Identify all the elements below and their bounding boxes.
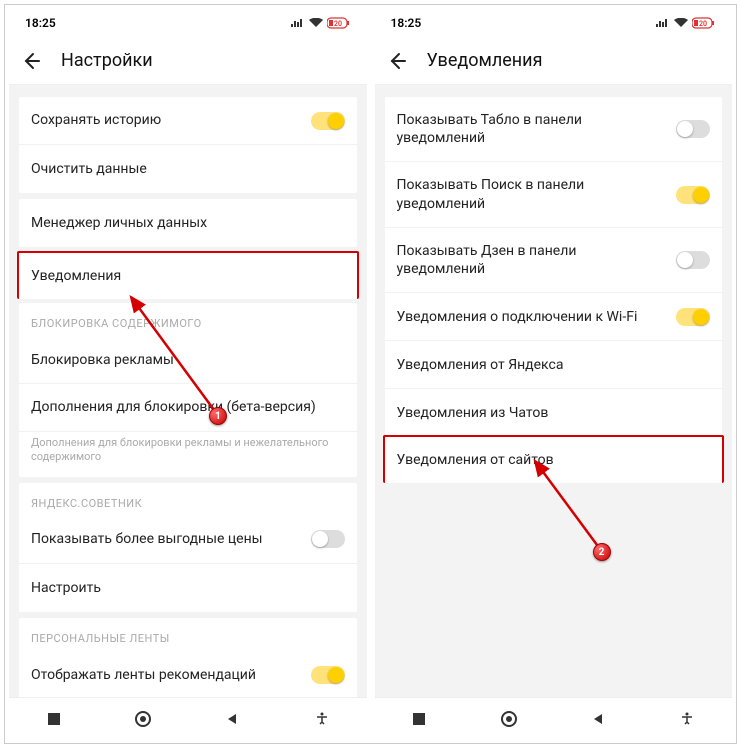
page-title: Уведомления — [427, 50, 543, 71]
annotation-marker-1: 1 — [209, 407, 227, 425]
section-header-advisor: ЯНДЕКС.СОВЕТНИК — [19, 483, 357, 516]
row-show-feeds[interactable]: Отображать ленты рекомендаций — [19, 651, 357, 697]
row-personal-data-manager[interactable]: Менеджер личных данных — [19, 199, 357, 247]
row-save-history[interactable]: Сохранять историю — [19, 97, 357, 145]
toggle-search-panel[interactable] — [676, 186, 710, 204]
android-navbar — [375, 697, 733, 739]
row-zen[interactable]: Показывать Дзен в панели уведомлений — [385, 228, 723, 293]
toggle-zen[interactable] — [676, 251, 710, 269]
back-icon[interactable] — [21, 51, 41, 71]
status-time: 18:25 — [391, 16, 422, 30]
back-nav-icon[interactable] — [588, 709, 608, 729]
accessibility-icon[interactable] — [312, 709, 332, 729]
status-icons: 20 — [656, 17, 716, 29]
app-bar: Уведомления — [375, 37, 733, 85]
row-tablo[interactable]: Показывать Табло в панели уведомлений — [385, 97, 723, 162]
toggle-better-prices[interactable] — [311, 530, 345, 548]
accessibility-icon[interactable] — [677, 709, 697, 729]
notifications-content: Показывать Табло в панели уведомлений По… — [375, 85, 733, 697]
row-from-yandex[interactable]: Уведомления от Яндекса — [385, 341, 723, 389]
toggle-show-feeds[interactable] — [311, 666, 345, 684]
settings-screen: 18:25 20 Настройки Сохранять историю Очи… — [9, 9, 367, 739]
app-bar: Настройки — [9, 37, 367, 85]
page-title: Настройки — [61, 50, 153, 71]
row-from-chats[interactable]: Уведомления из Чатов — [385, 389, 723, 437]
toggle-save-history[interactable] — [311, 112, 345, 130]
row-wifi[interactable]: Уведомления о подключении к Wi-Fi — [385, 293, 723, 341]
svg-text:20: 20 — [334, 20, 342, 28]
annotation-marker-2: 2 — [593, 543, 611, 561]
back-icon[interactable] — [387, 51, 407, 71]
status-time: 18:25 — [25, 16, 56, 30]
toggle-tablo[interactable] — [676, 120, 710, 138]
status-icons: 20 — [291, 17, 351, 29]
home-icon[interactable] — [133, 709, 153, 729]
recent-apps-icon[interactable] — [44, 709, 64, 729]
row-clear-data[interactable]: Очистить данные — [19, 145, 357, 193]
status-bar: 18:25 20 — [375, 9, 733, 37]
row-notifications[interactable]: Уведомления — [17, 251, 359, 299]
section-header-feeds: ПЕРСОНАЛЬНЫЕ ЛЕНТЫ — [19, 618, 357, 651]
status-bar: 18:25 20 — [9, 9, 367, 37]
recent-apps-icon[interactable] — [409, 709, 429, 729]
row-better-prices[interactable]: Показывать более выгодные цены — [19, 516, 357, 564]
row-addons[interactable]: Дополнения для блокировки (бета-версия) — [19, 384, 357, 432]
row-search-panel[interactable]: Показывать Поиск в панели уведомлений — [385, 162, 723, 227]
home-icon[interactable] — [499, 709, 519, 729]
back-nav-icon[interactable] — [222, 709, 242, 729]
android-navbar — [9, 697, 367, 739]
row-configure[interactable]: Настроить — [19, 564, 357, 612]
row-from-sites[interactable]: Уведомления от сайтов — [383, 435, 725, 483]
toggle-wifi[interactable] — [676, 308, 710, 326]
addons-helper-text: Дополнения для блокировки рекламы и неже… — [19, 432, 357, 477]
row-ad-block[interactable]: Блокировка рекламы — [19, 336, 357, 384]
notifications-screen: 18:25 20 Уведомления Показывать Табло в … — [375, 9, 733, 739]
section-header-blocking: БЛОКИРОВКА СОДЕРЖИМОГО — [19, 303, 357, 336]
settings-content: Сохранять историю Очистить данные Менедж… — [9, 85, 367, 697]
svg-text:20: 20 — [699, 20, 707, 28]
